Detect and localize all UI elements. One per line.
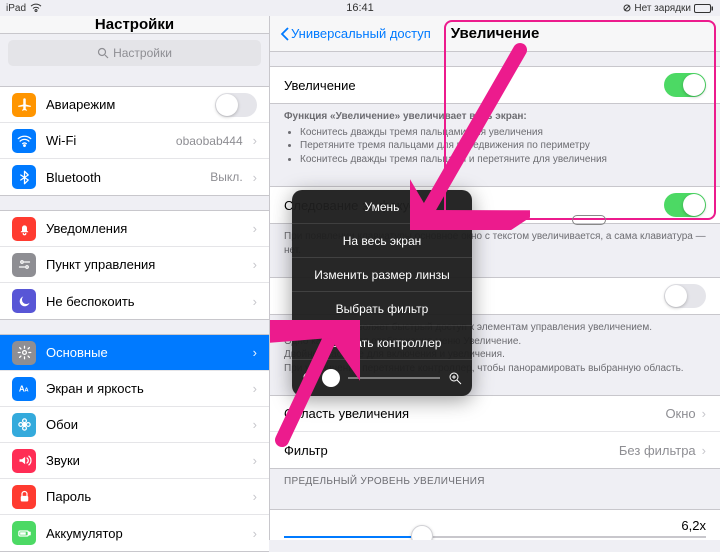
flower-icon (12, 413, 36, 437)
sound-icon (12, 449, 36, 473)
row-value: obaobab444 (176, 134, 243, 148)
info-bullet: Перетяните тремя пальцами для передвижен… (300, 139, 706, 153)
zoom-filter-row[interactable]: Фильтр Без фильтра › (270, 432, 720, 468)
sidebar-item-label: Основные (46, 345, 243, 360)
sidebar-item-не-беспокоить[interactable]: Не беспокоить › (0, 283, 269, 319)
back-button[interactable]: Универсальный доступ (280, 26, 431, 41)
chevron-right-icon: › (253, 133, 257, 148)
chevron-right-icon: › (253, 453, 257, 468)
popover-slider-row[interactable] (292, 360, 472, 396)
follow-focus-toggle[interactable] (664, 193, 706, 217)
chevron-right-icon: › (253, 526, 257, 541)
moon-icon (12, 289, 36, 313)
status-time: 16:41 (346, 2, 374, 14)
popover-item[interactable]: Выбрать фильтр (292, 292, 472, 326)
sidebar-item-label: Звуки (46, 453, 243, 468)
chevron-right-icon: › (253, 381, 257, 396)
battery-icon (694, 4, 714, 13)
sidebar-item-уведомления[interactable]: Уведомления › (0, 211, 269, 247)
status-right: Нет зарядки (623, 3, 714, 14)
sidebar-item-label: Аккумулятор (46, 526, 243, 541)
sidebar-item-обои[interactable]: Обои › (0, 407, 269, 443)
gear-icon (12, 341, 36, 365)
sidebar-item-label: Пароль (46, 489, 243, 504)
chevron-left-icon (280, 27, 289, 41)
sidebar-item-label: Пункт управления (46, 257, 243, 272)
zoom-info: Функция «Увеличение» увеличивает весь эк… (270, 104, 720, 172)
sidebar-item-основные[interactable]: Основные › (0, 335, 269, 371)
status-bar: iPad 16:41 Нет зарядки (0, 0, 720, 16)
chevron-right-icon: › (253, 345, 257, 360)
chevron-right-icon: › (253, 294, 257, 309)
no-charge-icon (623, 4, 631, 12)
sidebar-item-label: Bluetooth (46, 170, 200, 185)
keyboard-toggle[interactable] (664, 284, 706, 308)
zoom-region-row[interactable]: Область увеличения Окно › (270, 396, 720, 432)
wifi-icon (30, 3, 42, 13)
search-icon (97, 47, 109, 59)
lock-icon (12, 485, 36, 509)
row-value: Выкл. (210, 170, 242, 184)
sidebar-title: Настройки (95, 16, 174, 33)
sidebar-item-bluetooth[interactable]: Bluetooth Выкл. › (0, 159, 269, 195)
switches-icon (12, 253, 36, 277)
page-title: Увеличение (451, 25, 540, 42)
wifi-icon (12, 129, 36, 153)
slider-thumb[interactable] (411, 525, 433, 541)
svg-text:A: A (24, 388, 28, 394)
detail-header: Универсальный доступ Увеличение (270, 16, 720, 52)
zoom-out-icon (302, 371, 316, 385)
sidebar-item-label: Экран и яркость (46, 381, 243, 396)
popover-item[interactable]: Умень (292, 190, 472, 224)
chevron-right-icon: › (253, 417, 257, 432)
chevron-right-icon: › (253, 170, 257, 185)
sidebar-header: Настройки (0, 16, 269, 34)
chevron-right-icon: › (702, 443, 706, 458)
popover-item[interactable]: На весь экран (292, 224, 472, 258)
popover-item[interactable]: Изменить размер линзы (292, 258, 472, 292)
sidebar-item-экран-и-яркость[interactable]: AA Экран и яркость › (0, 371, 269, 407)
airplane-icon (12, 93, 36, 117)
sidebar-item-label: Авиарежим (46, 97, 205, 112)
popover-slider-thumb[interactable] (322, 369, 340, 387)
search-input[interactable]: Настройки (8, 40, 261, 66)
chevron-right-icon: › (253, 221, 257, 236)
bluetooth-icon (12, 165, 36, 189)
battery-icon (12, 521, 36, 545)
zoom-toggle-row[interactable]: Увеличение (270, 67, 720, 103)
settings-sidebar: Настройки Настройки Авиарежим Wi-Fi obaoba… (0, 16, 270, 540)
slider-heading: ПРЕДЕЛЬНЫЙ УРОВЕНЬ УВЕЛИЧЕНИЯ (270, 469, 720, 495)
zoom-max-slider[interactable] (270, 510, 720, 541)
bell-icon (12, 217, 36, 241)
device-label: iPad (6, 3, 26, 14)
sidebar-item-звуки[interactable]: Звуки › (0, 443, 269, 479)
info-bullet: Коснитесь дважды тремя пальцами для увел… (300, 126, 706, 140)
sidebar-item-label: Обои (46, 417, 243, 432)
popover-item[interactable]: Показать контроллер (292, 326, 472, 360)
sidebar-item-label: Уведомления (46, 221, 243, 236)
toggle[interactable] (215, 93, 257, 117)
sidebar-item-wi-fi[interactable]: Wi-Fi obaobab444 › (0, 123, 269, 159)
chevron-right-icon: › (253, 257, 257, 272)
chevron-right-icon: › (702, 406, 706, 421)
sidebar-item-пункт-управления[interactable]: Пункт управления › (0, 247, 269, 283)
sidebar-item-label: Wi-Fi (46, 133, 166, 148)
zoom-toggle[interactable] (664, 73, 706, 97)
slider-value: 6,2x (681, 518, 706, 533)
aa-icon: AA (12, 377, 36, 401)
chevron-right-icon: › (253, 489, 257, 504)
zoom-popover: УменьНа весь экранИзменить размер линзыВ… (292, 190, 472, 396)
sidebar-item-авиарежим[interactable]: Авиарежим (0, 87, 269, 123)
zoom-in-icon (448, 371, 462, 385)
sidebar-item-аккумулятор[interactable]: Аккумулятор › (0, 515, 269, 551)
info-bullet: Коснитесь дважды тремя пальцами и перетя… (300, 153, 706, 167)
sidebar-item-label: Не беспокоить (46, 294, 243, 309)
sidebar-item-пароль[interactable]: Пароль › (0, 479, 269, 515)
